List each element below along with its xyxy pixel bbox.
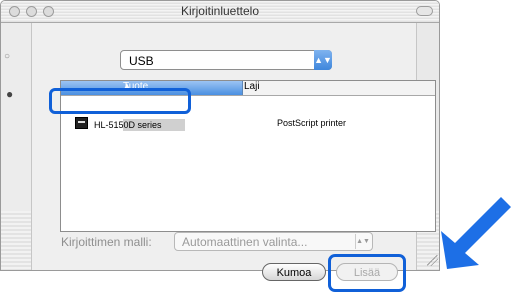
cancel-button[interactable]: Kumoa — [262, 263, 326, 281]
pointer-arrow-icon — [441, 197, 511, 269]
resize-grip-icon[interactable] — [427, 255, 438, 266]
printer-row-callout — [49, 88, 191, 114]
printer-model-value: Automaattinen valinta... — [182, 235, 308, 249]
printer-row-type[interactable]: PostScript printer — [277, 118, 346, 128]
up-down-arrows-icon[interactable]: ▲▼ — [314, 50, 332, 70]
printer-list-window: Kirjoitinluettelo ○ ● USB ▲▼ Tuote ▲ Laj… — [0, 0, 440, 271]
connection-type-select[interactable]: USB ▲▼ — [120, 50, 332, 70]
printer-model-select[interactable]: Automaattinen valinta... ▲▼ — [174, 232, 373, 251]
title-bar[interactable]: Kirjoitinluettelo — [1, 1, 439, 23]
window-title: Kirjoitinluettelo — [180, 4, 260, 18]
connection-type-value: USB — [129, 54, 154, 68]
background-marker: ○ — [4, 51, 11, 62]
add-button-callout — [328, 254, 406, 292]
column-header-laji[interactable]: Laji — [244, 81, 260, 92]
background-bullet-icon: ● — [6, 87, 14, 101]
printer-model-label: Kirjoittimen malli: — [61, 235, 152, 249]
model-select-arrows-icon: ▲▼ — [355, 234, 370, 249]
printer-row-name[interactable]: HL-5150D series — [94, 120, 162, 130]
toolbar-toggle-icon[interactable] — [416, 6, 433, 16]
printer-icon — [75, 117, 88, 129]
